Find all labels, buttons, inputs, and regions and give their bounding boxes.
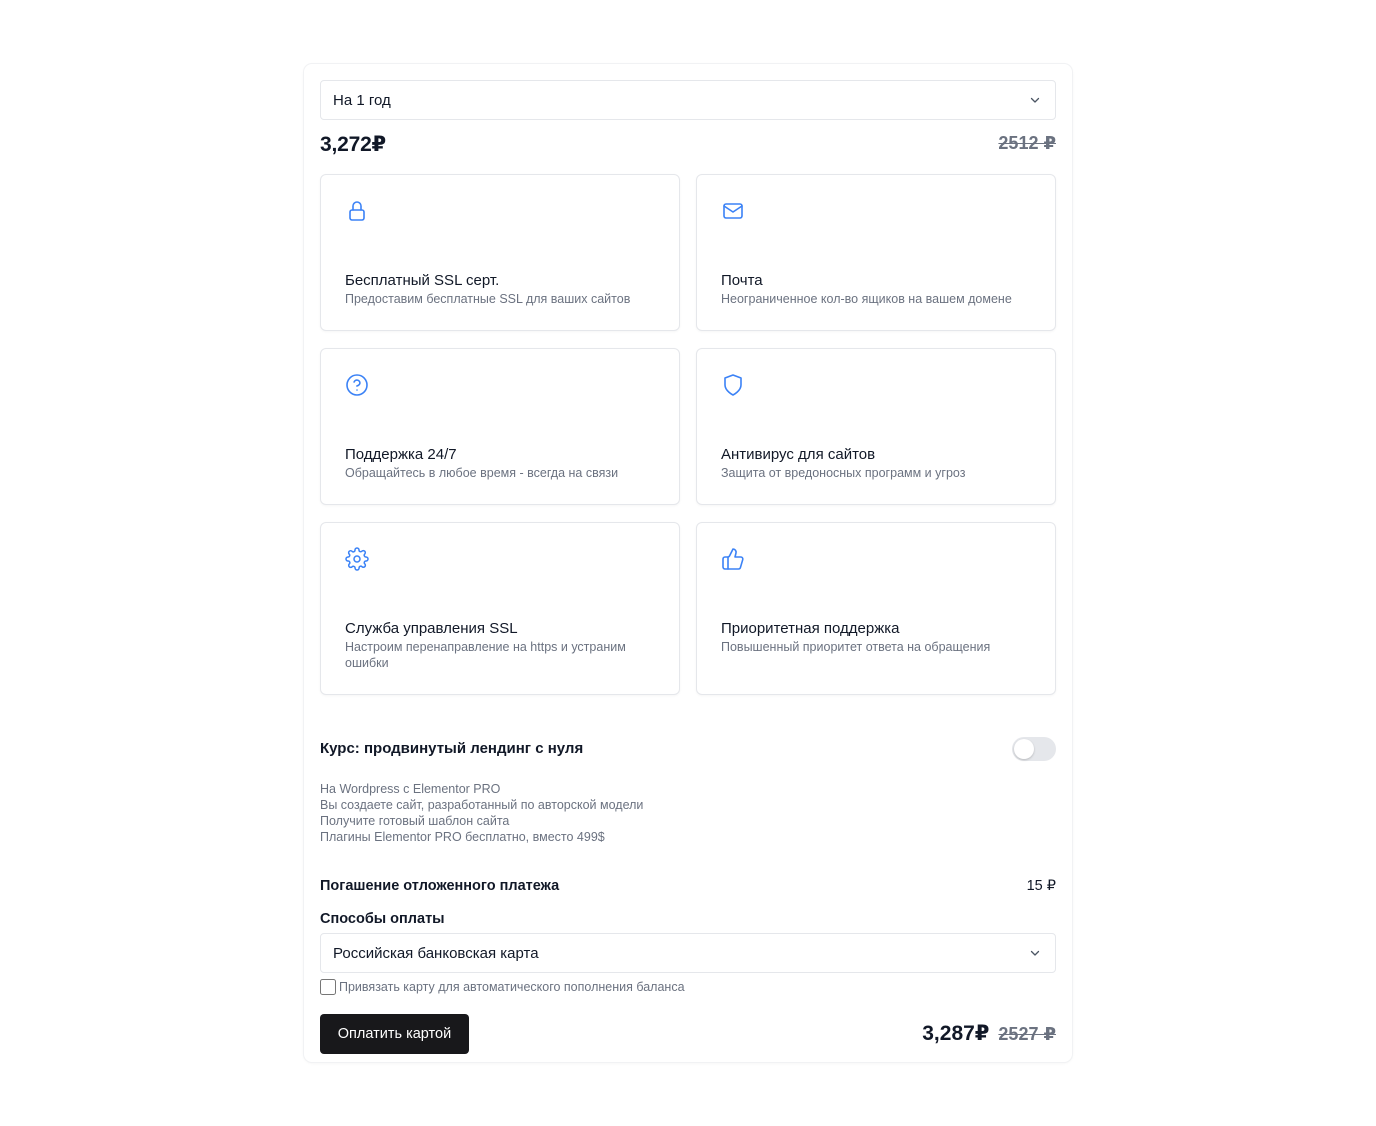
feature-title: Приоритетная поддержка — [721, 620, 900, 637]
mail-icon — [723, 203, 743, 219]
course-line: Плагины Elementor PRO бесплатно, вместо … — [320, 830, 605, 844]
feature-card-support: Поддержка 24/7 Обращайтесь в любое время… — [320, 348, 680, 505]
checkout-footer: Оплатить картой 3,287₽ 2527 ₽ — [320, 1014, 1056, 1058]
lock-icon — [349, 201, 365, 221]
help-circle-icon — [346, 374, 368, 396]
price-row: 3,272₽ 2512 ₽ — [320, 122, 1056, 166]
course-line: Получите готовый шаблон сайта — [320, 814, 510, 828]
course-row: Курс: продвинутый лендинг с нуля — [320, 729, 1056, 769]
payment-method-value: Российская банковская карта — [333, 944, 539, 962]
gear-icon — [345, 547, 369, 571]
payment-methods-label: Способы оплаты — [320, 911, 445, 927]
feature-title: Почта — [721, 272, 763, 289]
feature-title: Поддержка 24/7 — [345, 446, 457, 463]
toggle-knob — [1014, 739, 1034, 759]
course-line: Вы создаете сайт, разработанный по автор… — [320, 798, 644, 812]
period-select-value: На 1 год — [333, 91, 391, 109]
course-title: Курс: продвинутый лендинг с нуля — [320, 740, 584, 757]
shield-icon — [724, 374, 742, 396]
course-toggle[interactable] — [1012, 737, 1056, 761]
total-price: 3,287₽ 2527 ₽ — [922, 1021, 1056, 1046]
price-current: 3,272₽ — [320, 133, 386, 156]
features-grid: Бесплатный SSL серт. Предоставим бесплат… — [320, 174, 1056, 695]
feature-desc: Неограниченное кол-во ящиков на вашем до… — [721, 292, 1012, 306]
thumbs-up-icon — [722, 548, 744, 570]
total-old: 2527 ₽ — [998, 1024, 1056, 1044]
chevron-down-icon — [1030, 97, 1040, 103]
checkout-panel: На 1 год 3,272₽ 2512 ₽ Бесплатный SSL се… — [304, 64, 1072, 1062]
price-old: 2512 ₽ — [998, 133, 1056, 153]
deferred-payment-label: Погашение отложенного платежа — [320, 878, 560, 894]
payment-method-select[interactable]: Российская банковская карта — [320, 933, 1056, 973]
feature-title: Антивирус для сайтов — [721, 446, 876, 463]
feature-title: Служба управления SSL — [345, 620, 518, 637]
feature-title: Бесплатный SSL серт. — [345, 272, 500, 289]
course-description: На Wordpress с Elementor PRO Вы создаете… — [320, 781, 1056, 845]
checkout-content: На 1 год 3,272₽ 2512 ₽ Бесплатный SSL се… — [320, 80, 1056, 1058]
autobind-checkbox[interactable] — [320, 979, 336, 995]
feature-desc: Предоставим бесплатные SSL для ваших сай… — [345, 292, 631, 306]
feature-desc: Обращайтесь в любое время - всегда на св… — [345, 466, 619, 480]
total-current: 3,287₽ — [922, 1022, 990, 1045]
feature-desc: Повышенный приоритет ответа на обращения — [721, 640, 991, 654]
feature-card-ssl-service: Служба управления SSL Настроим перенапра… — [320, 522, 680, 695]
course-line: На Wordpress с Elementor PRO — [320, 782, 501, 796]
feature-card-priority: Приоритетная поддержка Повышенный приори… — [696, 522, 1056, 695]
feature-card-antivirus: Антивирус для сайтов Защита от вредоносн… — [696, 348, 1056, 505]
autobind-row: Привязать карту для автоматического попо… — [320, 976, 1056, 998]
feature-desc: Настроим перенаправление на https и устр… — [345, 640, 626, 670]
feature-card-mail: Почта Неограниченное кол-во ящиков на ва… — [696, 174, 1056, 331]
chevron-down-icon — [1030, 950, 1040, 956]
feature-desc: Защита от вредоносных программ и угроз — [721, 466, 966, 480]
autobind-label[interactable]: Привязать карту для автоматического попо… — [339, 980, 685, 994]
period-select[interactable]: На 1 год — [320, 80, 1056, 120]
deferred-payment-value: 15 ₽ — [1026, 878, 1056, 894]
feature-card-ssl: Бесплатный SSL серт. Предоставим бесплат… — [320, 174, 680, 331]
deferred-payment-row: Погашение отложенного платежа 15 ₽ — [320, 875, 1056, 899]
pay-by-card-button[interactable]: Оплатить картой — [320, 1014, 469, 1054]
